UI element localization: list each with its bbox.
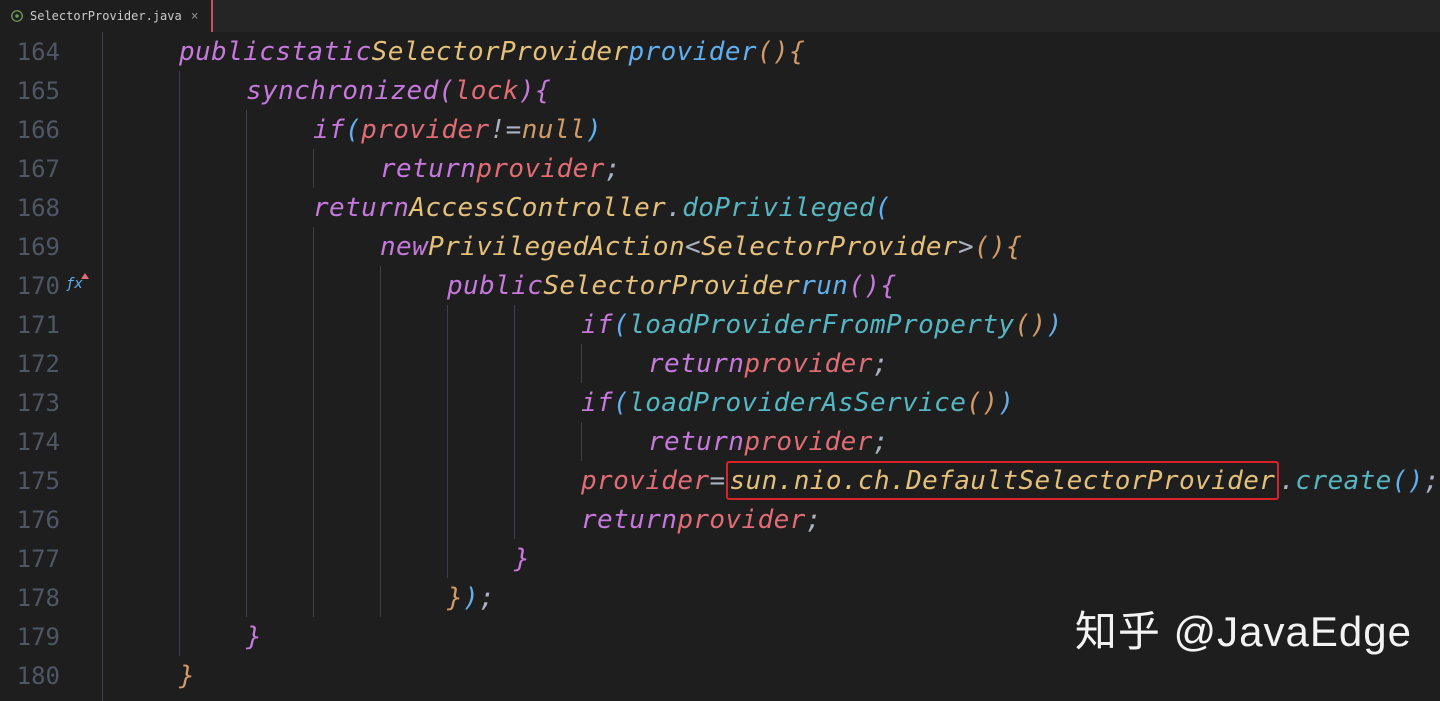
code-line: public SelectorProvider run() { <box>112 266 1440 305</box>
tab-bar: SelectorProvider.java × <box>0 0 1440 32</box>
line-number-gutter: 164 165 166 167 168 169 170 171 172 173 … <box>0 32 64 701</box>
close-icon[interactable]: × <box>188 9 202 23</box>
line-number: 166 <box>0 116 60 144</box>
java-file-icon <box>10 9 24 23</box>
code-line: if (loadProviderAsService()) <box>112 383 1440 422</box>
code-line: public static SelectorProvider provider(… <box>112 32 1440 71</box>
code-line: return provider; <box>112 344 1440 383</box>
line-number: 165 <box>0 77 60 105</box>
code-line: if (provider != null) <box>112 110 1440 149</box>
line-number: 168 <box>0 194 60 222</box>
line-number: 164 <box>0 38 60 66</box>
file-tab[interactable]: SelectorProvider.java × <box>0 0 213 32</box>
code-line: new PrivilegedAction<SelectorProvider>()… <box>112 227 1440 266</box>
editor-area[interactable]: 164 165 166 167 168 169 170 171 172 173 … <box>0 32 1440 701</box>
function-glyph-icon: ƒx <box>66 276 83 292</box>
code-line: if (loadProviderFromProperty()) <box>112 305 1440 344</box>
line-number: 179 <box>0 623 60 651</box>
line-number: 180 <box>0 662 60 690</box>
code-line: return provider; <box>112 500 1440 539</box>
highlighted-expression: sun.nio.ch.DefaultSelectorProvider <box>726 461 1280 500</box>
line-number: 171 <box>0 311 60 339</box>
line-number: 167 <box>0 155 60 183</box>
line-number: 176 <box>0 506 60 534</box>
line-number: 178 <box>0 584 60 612</box>
line-number: 175 <box>0 467 60 495</box>
code-line: } <box>112 656 1440 695</box>
line-number: 172 <box>0 350 60 378</box>
code-line: return provider; <box>112 149 1440 188</box>
fold-margin[interactable] <box>94 32 112 701</box>
tab-filename: SelectorProvider.java <box>30 9 182 23</box>
code-line: return provider; <box>112 422 1440 461</box>
glyph-margin: ƒx <box>64 32 94 701</box>
line-number: 169 <box>0 233 60 261</box>
line-number: 177 <box>0 545 60 573</box>
line-number: 174 <box>0 428 60 456</box>
code-line: synchronized (lock) { <box>112 71 1440 110</box>
line-number: 173 <box>0 389 60 417</box>
line-number: 170 <box>0 272 60 300</box>
code-line: } <box>112 539 1440 578</box>
code-line: provider = sun.nio.ch.DefaultSelectorPro… <box>112 461 1440 500</box>
code-line: return AccessController.doPrivileged( <box>112 188 1440 227</box>
watermark-text: 知乎 @JavaEdge <box>1075 598 1412 659</box>
